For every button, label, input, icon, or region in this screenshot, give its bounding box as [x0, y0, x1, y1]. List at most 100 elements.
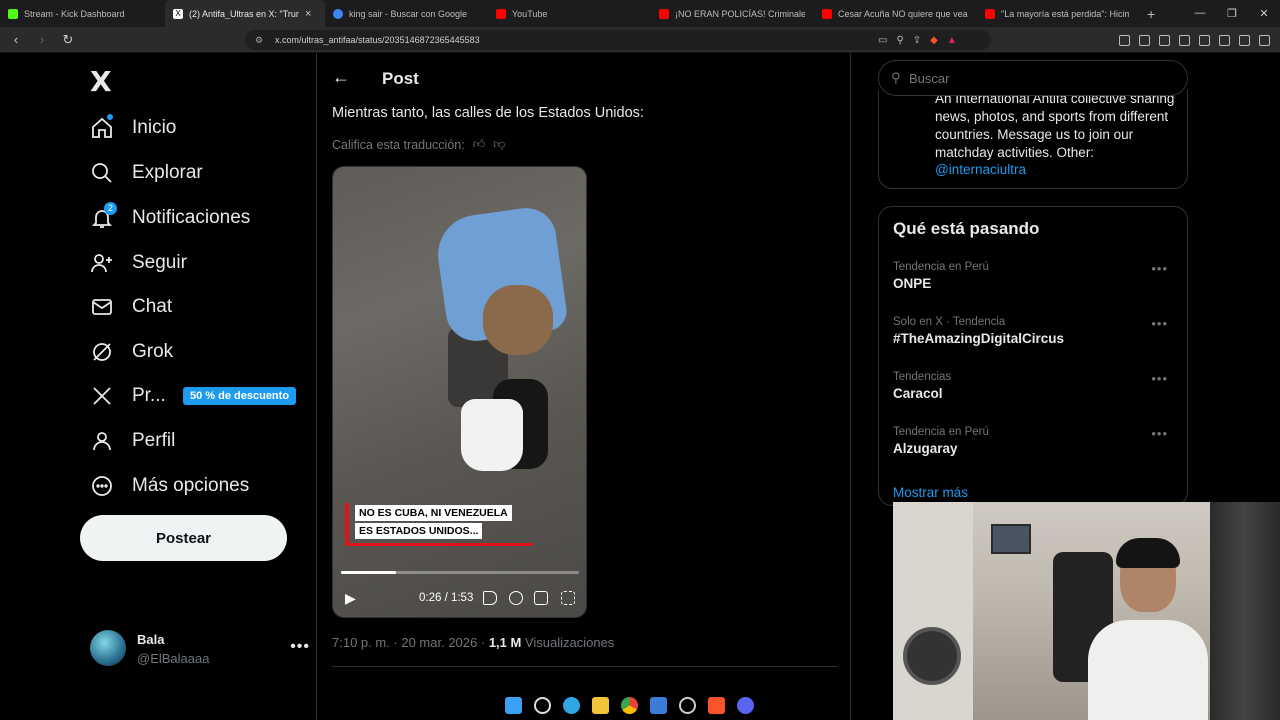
- new-tab-button[interactable]: +: [1137, 6, 1165, 22]
- nav-item-premium[interactable]: Pr...: [90, 376, 166, 416]
- browser-tab[interactable]: ¡NO ERAN POLICÍAS! Criminales se: [651, 0, 814, 27]
- settings-gear-icon[interactable]: [509, 591, 523, 605]
- tab-label: ¡NO ERAN POLICÍAS! Criminales se: [675, 8, 805, 19]
- nav-label: Perfil: [132, 430, 176, 451]
- video-frame-object: [461, 399, 523, 471]
- x-logo-icon[interactable]: X: [90, 65, 112, 98]
- nav-item-explore[interactable]: Explorar: [90, 153, 203, 193]
- volume-icon[interactable]: [483, 591, 497, 605]
- brave-icon[interactable]: [708, 696, 725, 714]
- wallet-icon[interactable]: [1199, 34, 1210, 46]
- post-meta: 7:10 p. m. · 20 mar. 2026 · 1,1 M Visual…: [332, 635, 614, 650]
- browser-tab[interactable]: "La mayoría está perdida": Hicimos: [977, 0, 1137, 27]
- notification-badge: 2: [104, 202, 117, 215]
- more-dots-icon[interactable]: •••: [290, 638, 310, 656]
- google-icon: [333, 8, 343, 19]
- nav-label: Inicio: [132, 117, 177, 138]
- youtube-icon: [496, 8, 506, 19]
- video-caption-line: NO ES CUBA, NI VENEZUELA: [355, 505, 512, 521]
- trend-item[interactable]: Tendencia en Perú ONPE •••: [893, 261, 1178, 291]
- browser-tab-active[interactable]: X (2) Antifa_Ultras en X: "Trump ×: [165, 0, 325, 27]
- chrome-icon[interactable]: [621, 696, 638, 714]
- premium-discount-badge[interactable]: 50 % de descuento: [183, 387, 297, 405]
- bio-mention-link[interactable]: @internaciultra: [935, 162, 1026, 177]
- more-dots-icon[interactable]: •••: [1151, 371, 1168, 386]
- discord-icon[interactable]: [737, 696, 754, 714]
- close-window-icon[interactable]: ✕: [1248, 7, 1280, 20]
- video-player[interactable]: NO ES CUBA, NI VENEZUELA ES ESTADOS UNID…: [332, 166, 587, 618]
- fullscreen-icon[interactable]: [561, 591, 575, 605]
- browser-toolbar: ‹ › ↻ ☐ ⚙ x.com/ultras_antifaa/status/20…: [0, 27, 1280, 53]
- search-input[interactable]: ⚲ Buscar: [878, 60, 1188, 96]
- browser-tab[interactable]: Cesar Acuña NO quiere que veas esto: [814, 0, 977, 27]
- trend-category: Tendencia en Perú: [893, 426, 989, 438]
- play-icon[interactable]: ▶: [345, 590, 356, 607]
- share-icon[interactable]: ⇪: [913, 35, 921, 46]
- brave-rewards-icon[interactable]: ▲: [947, 35, 957, 46]
- menu-icon[interactable]: [1259, 34, 1270, 46]
- video-progress-bar[interactable]: [341, 571, 579, 574]
- thumbs-up-icon[interactable]: 👍︎: [473, 137, 486, 152]
- post-timestamp[interactable]: 7:10 p. m. · 20 mar. 2026 ·: [332, 635, 489, 650]
- browser-tab[interactable]: Stream - Kick Dashboard: [0, 0, 165, 27]
- browser-tab[interactable]: king sair - Buscar con Google: [325, 0, 488, 27]
- reload-icon[interactable]: ↻: [58, 32, 78, 48]
- windows-start-icon[interactable]: [505, 696, 522, 714]
- more-dots-icon[interactable]: •••: [1151, 261, 1168, 276]
- edge-icon[interactable]: [563, 696, 580, 714]
- back-icon[interactable]: ‹: [6, 32, 26, 47]
- folder-icon[interactable]: [592, 696, 609, 714]
- leo-icon[interactable]: [1219, 34, 1230, 46]
- account-name: Bala: [137, 632, 165, 647]
- browser-tab[interactable]: YouTube: [488, 0, 651, 27]
- avatar: [90, 630, 126, 666]
- extension-icon[interactable]: [1139, 34, 1150, 46]
- nav-item-home[interactable]: Inicio: [90, 108, 176, 148]
- vpn-icon[interactable]: [1239, 34, 1250, 46]
- nav-item-grok[interactable]: Grok: [90, 332, 173, 372]
- nav-item-profile[interactable]: Perfil: [90, 421, 175, 461]
- grok-icon: [90, 340, 114, 364]
- search-icon[interactable]: [534, 696, 551, 714]
- notepad-icon[interactable]: [650, 696, 667, 714]
- nav-item-chat[interactable]: Chat: [90, 287, 172, 327]
- trend-name: #TheAmazingDigitalCircus: [893, 331, 1065, 346]
- webcam-person-body: [1088, 620, 1208, 720]
- nav-label: Más opciones: [132, 475, 250, 496]
- zoom-icon[interactable]: ⚲: [896, 35, 903, 46]
- nav-item-more-options[interactable]: Más opciones: [90, 466, 249, 506]
- trend-item[interactable]: Solo en X · Tendencia #TheAmazingDigital…: [893, 316, 1178, 346]
- webcam-background: [903, 627, 961, 685]
- cast-icon[interactable]: ▭: [878, 35, 887, 46]
- trend-item[interactable]: Tendencias Caracol •••: [893, 371, 1178, 401]
- nav-item-follow[interactable]: Seguir: [90, 243, 187, 283]
- sidebar-icon[interactable]: [1179, 34, 1190, 46]
- more-dots-icon[interactable]: •••: [1151, 316, 1168, 331]
- more-dots-icon[interactable]: •••: [1151, 426, 1168, 441]
- trend-category: Tendencias: [893, 371, 952, 383]
- brave-shield-icon[interactable]: ◆: [930, 35, 938, 46]
- rate-translation: Califica esta traducción: 👍︎ 👎︎: [332, 137, 505, 152]
- extensions-area: [1119, 27, 1270, 53]
- restore-icon[interactable]: ❐: [1216, 7, 1248, 20]
- post-button[interactable]: Postear: [80, 515, 287, 561]
- tab-label: "La mayoría está perdida": Hicimos: [1001, 8, 1129, 19]
- show-more-link[interactable]: Mostrar más: [893, 485, 968, 500]
- site-info-icon[interactable]: ⚙: [255, 35, 263, 46]
- forward-icon[interactable]: ›: [32, 32, 52, 47]
- close-tab-icon[interactable]: ×: [305, 8, 311, 20]
- bell-icon: 2: [90, 202, 117, 230]
- nav-item-notifications[interactable]: 2 Notificaciones: [90, 198, 250, 238]
- back-arrow-icon[interactable]: ←: [332, 67, 350, 88]
- views-label: Visualizaciones: [521, 635, 615, 650]
- extension-icon[interactable]: [1119, 34, 1130, 46]
- browser-tab-bar: Stream - Kick Dashboard X (2) Antifa_Ult…: [0, 0, 1280, 27]
- picture-in-picture-icon[interactable]: [534, 591, 548, 605]
- minimize-icon[interactable]: —: [1184, 7, 1216, 20]
- window-controls: — ❐ ✕: [1184, 7, 1280, 20]
- account-switcher[interactable]: Bala @ElBalaaaa •••: [90, 630, 310, 670]
- obs-icon[interactable]: [679, 696, 696, 714]
- music-icon[interactable]: [1159, 34, 1170, 46]
- trend-item[interactable]: Tendencia en Perú Alzugaray •••: [893, 426, 1178, 456]
- thumbs-down-icon[interactable]: 👎︎: [493, 137, 505, 152]
